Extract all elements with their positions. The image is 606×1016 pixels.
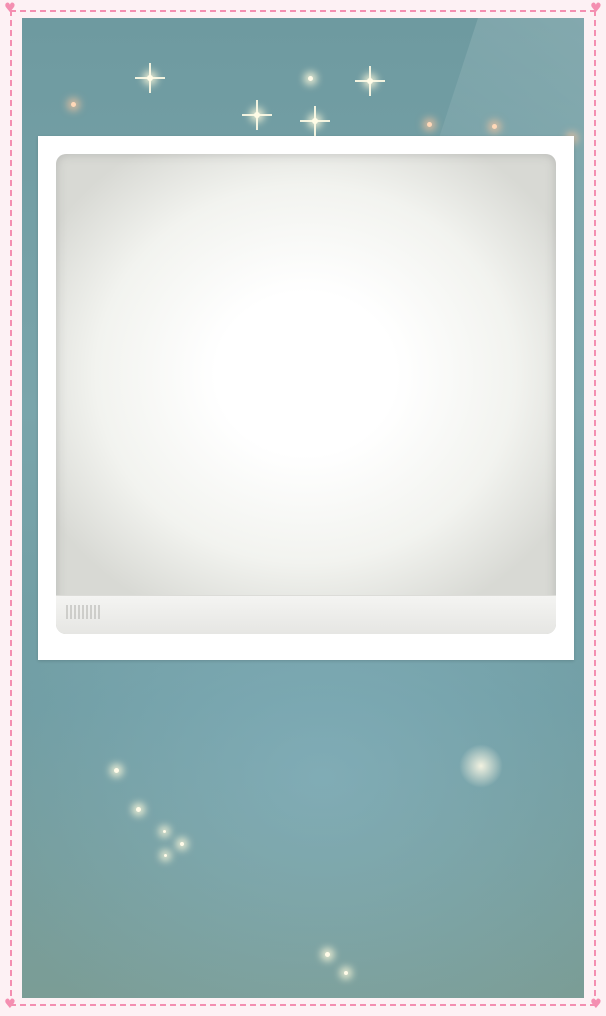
sparkle-icon <box>163 830 166 833</box>
sparkle-icon <box>427 122 432 127</box>
sparkle-icon <box>312 118 318 124</box>
sparkle-icon <box>325 952 330 957</box>
photo-placeholder <box>56 154 556 634</box>
page-frame: ♥ ♥ ♥ ♥ <box>0 0 606 1016</box>
sparkle-icon <box>147 75 153 81</box>
sparkle-icon <box>136 807 141 812</box>
heart-icon: ♥ <box>4 997 16 1012</box>
light-glow <box>459 744 503 788</box>
heart-icon: ♥ <box>4 1 16 16</box>
sparkle-icon <box>164 854 167 857</box>
photo-frame <box>38 136 574 660</box>
heart-icon: ♥ <box>590 997 602 1012</box>
sparkle-icon <box>344 971 348 975</box>
sparkle-icon <box>71 102 76 107</box>
sparkle-icon <box>492 124 497 129</box>
watermark <box>66 605 100 619</box>
sparkle-icon <box>114 768 119 773</box>
sparkle-icon <box>308 76 313 81</box>
sparkle-icon <box>254 112 260 118</box>
sparkle-icon <box>367 78 373 84</box>
sparkle-icon <box>180 842 184 846</box>
photo-caption-bar <box>56 595 556 634</box>
heart-icon: ♥ <box>590 1 602 16</box>
